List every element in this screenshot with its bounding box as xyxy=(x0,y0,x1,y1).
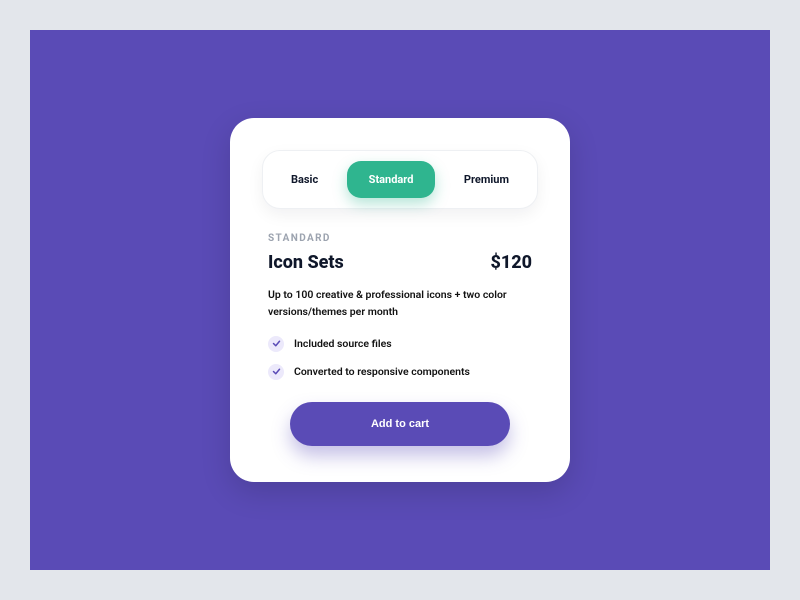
tab-premium[interactable]: Premium xyxy=(450,163,523,196)
plan-price: $120 xyxy=(490,252,532,273)
add-to-cart-button[interactable]: Add to cart xyxy=(290,402,510,446)
stage: Basic Standard Premium STANDARD Icon Set… xyxy=(30,30,770,570)
title-row: Icon Sets $120 xyxy=(268,252,532,273)
plan-details: STANDARD Icon Sets $120 Up to 100 creati… xyxy=(262,209,538,446)
feature-label: Converted to responsive components xyxy=(294,365,470,378)
plan-tabs: Basic Standard Premium xyxy=(262,150,538,209)
tab-standard[interactable]: Standard xyxy=(347,161,436,198)
tab-basic[interactable]: Basic xyxy=(277,163,332,196)
feature-row: Converted to responsive components xyxy=(268,364,532,380)
plan-title: Icon Sets xyxy=(268,252,344,273)
check-icon xyxy=(268,336,284,352)
feature-label: Included source files xyxy=(294,337,392,350)
plan-eyebrow: STANDARD xyxy=(268,233,532,244)
pricing-card: Basic Standard Premium STANDARD Icon Set… xyxy=(230,118,570,482)
plan-description: Up to 100 creative & professional icons … xyxy=(268,287,532,320)
check-icon xyxy=(268,364,284,380)
feature-row: Included source files xyxy=(268,336,532,352)
